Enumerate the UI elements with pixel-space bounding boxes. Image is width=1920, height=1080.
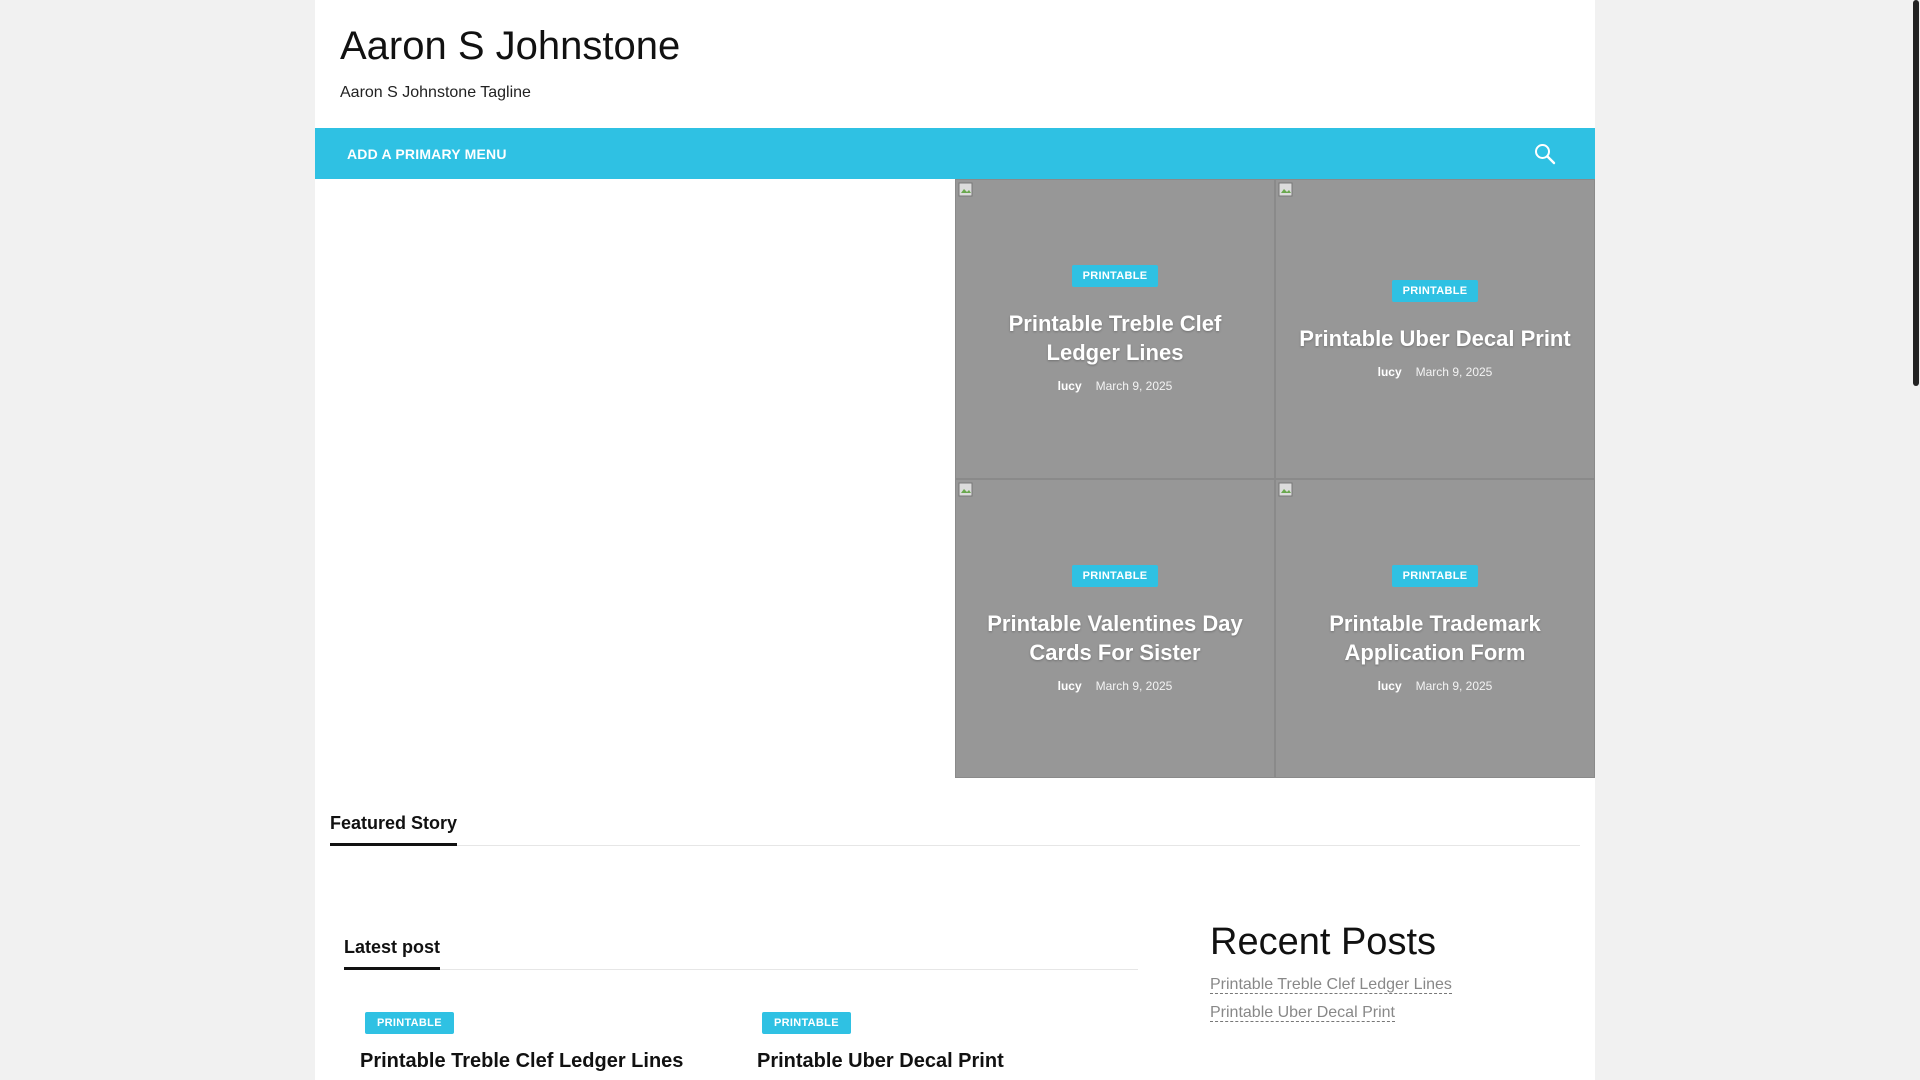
section-header: Featured Story [330,808,1580,846]
post-date: March 9, 2025 [1095,678,1173,693]
post-date: March 9, 2025 [1415,678,1493,693]
site-tagline: Aaron S Johnstone Tagline [340,84,531,101]
recent-posts-heading: Recent Posts [1210,921,1436,963]
latest-post-section: Latest post PRINTABLE Printable Treble C… [344,932,1138,1073]
scrollbar-thumb[interactable] [1913,0,1919,386]
list-item: Printable Uber Decal Print [1210,1004,1566,1022]
latest-post-heading: Latest post [344,936,441,970]
sidebar: Recent Posts Printable Treble Clef Ledge… [1210,920,1566,1073]
site-header: Aaron S Johnstone Aaron S Johnstone Tagl… [315,0,1595,128]
post-title[interactable]: Printable Uber Decal Print [757,1050,1138,1073]
search-button[interactable] [1527,136,1563,172]
category-badge[interactable]: PRINTABLE [762,1012,851,1034]
site-title[interactable]: Aaron S Johnstone [340,24,680,68]
broken-image-icon [958,182,973,197]
category-badge[interactable]: PRINTABLE [1071,265,1159,287]
post-author[interactable]: lucy [1378,365,1402,379]
recent-post-link[interactable]: Printable Treble Clef Ledger Lines [1210,976,1452,994]
post-date: March 9, 2025 [1095,379,1173,393]
post-card: PRINTABLE Printable Treble Clef Ledger L… [344,1012,741,1073]
tile-meta: lucy March 9, 2025 [1378,679,1493,693]
tile-meta: lucy March 9, 2025 [1058,379,1173,393]
featured-story-heading: Featured Story [330,812,458,846]
hero-section: PRINTABLE Printable Treble Clef Ledger L… [315,179,1595,778]
page: Aaron S Johnstone Aaron S Johnstone Tagl… [315,0,1595,1080]
content-area: Latest post PRINTABLE Printable Treble C… [315,921,1595,1073]
page-scrollbar[interactable] [1911,0,1920,1080]
category-badge[interactable]: PRINTABLE [1391,279,1479,302]
search-icon [1535,143,1556,164]
broken-image-icon [1278,482,1293,497]
recent-post-link[interactable]: Printable Uber Decal Print [1210,1004,1395,1022]
category-badge[interactable]: PRINTABLE [365,1012,454,1034]
add-primary-menu-link[interactable]: ADD A PRIMARY MENU [347,146,507,162]
hero-tile[interactable]: PRINTABLE Printable Uber Decal Print luc… [1275,179,1595,479]
category-badge[interactable]: PRINTABLE [1391,564,1479,587]
tile-title[interactable]: Printable Trademark Application Form [1290,609,1580,667]
post-card: PRINTABLE Printable Uber Decal Print [741,1012,1138,1073]
hero-grid: PRINTABLE Printable Treble Clef Ledger L… [955,179,1595,778]
post-date: March 9, 2025 [1415,364,1493,379]
recent-posts-list: Printable Treble Clef Ledger Lines Print… [1210,976,1566,1022]
post-author[interactable]: lucy [1058,379,1082,393]
broken-image-icon [958,482,973,497]
tile-title[interactable]: Printable Valentines Day Cards For Siste… [970,609,1260,667]
tile-title[interactable]: Printable Treble Clef Ledger Lines [970,309,1260,367]
post-card-list: PRINTABLE Printable Treble Clef Ledger L… [344,1012,1138,1073]
hero-tile[interactable]: PRINTABLE Printable Valentines Day Cards… [955,479,1275,778]
tile-meta: lucy March 9, 2025 [1058,679,1173,693]
category-badge[interactable]: PRINTABLE [1071,564,1159,587]
hero-tile[interactable]: PRINTABLE Printable Treble Clef Ledger L… [955,179,1275,479]
tile-meta: lucy March 9, 2025 [1378,365,1493,379]
section-header: Latest post [344,932,1138,970]
post-author[interactable]: lucy [1378,679,1402,693]
post-title[interactable]: Printable Treble Clef Ledger Lines [360,1050,741,1073]
featured-story-section: Featured Story [315,808,1595,846]
primary-navbar: ADD A PRIMARY MENU [315,128,1595,179]
post-author[interactable]: lucy [1058,679,1082,693]
tile-title[interactable]: Printable Uber Decal Print [1299,324,1570,353]
broken-image-icon [1278,182,1293,197]
list-item: Printable Treble Clef Ledger Lines [1210,976,1566,994]
hero-tile[interactable]: PRINTABLE Printable Trademark Applicatio… [1275,479,1595,778]
